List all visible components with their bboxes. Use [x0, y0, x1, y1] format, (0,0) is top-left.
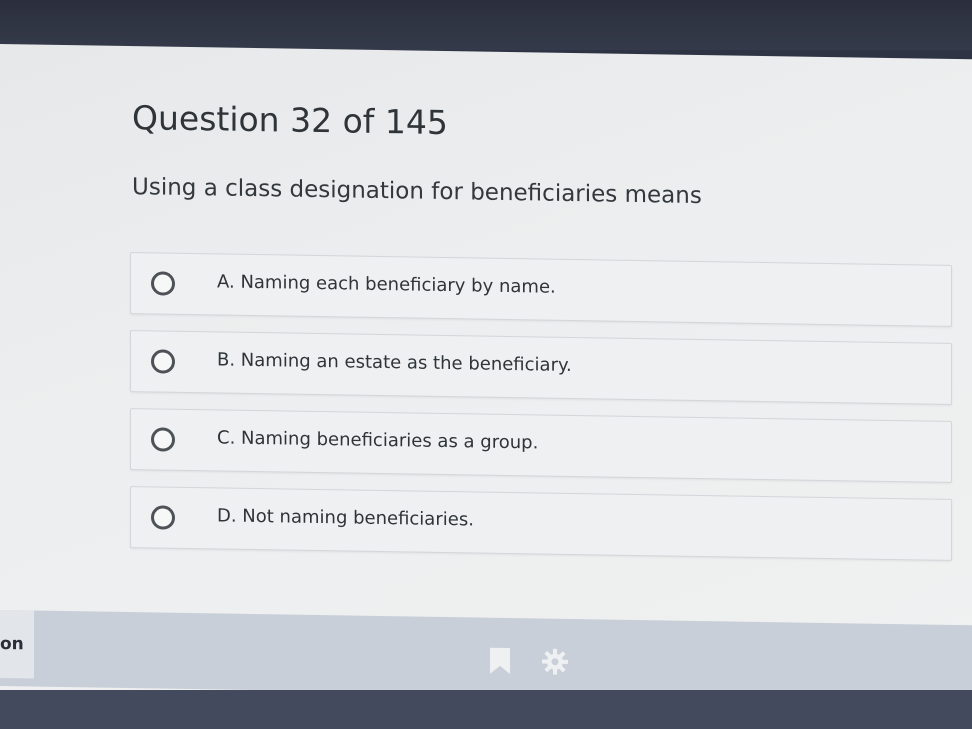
monitor-bottom-bezel [0, 690, 972, 729]
answer-label-d: D. Not naming beneficiaries. [217, 505, 474, 531]
monitor-top-bezel [0, 0, 972, 50]
answer-label-c: C. Naming beneficiaries as a group. [217, 427, 539, 454]
quiz-screen: Question 32 of 145 Using a class designa… [0, 44, 972, 710]
radio-button-a[interactable] [151, 271, 175, 296]
answer-label-b: B. Naming an estate as the beneficiary. [217, 349, 572, 376]
question-prompt: Using a class designation for beneficiar… [132, 174, 702, 210]
question-counter: Question 32 of 145 [132, 98, 448, 143]
left-tab-label: on [0, 634, 24, 655]
radio-button-c[interactable] [151, 427, 175, 452]
left-tab-button[interactable]: on [0, 610, 34, 679]
bookmark-icon[interactable] [488, 646, 512, 676]
radio-button-d[interactable] [151, 505, 175, 530]
radio-button-b[interactable] [151, 349, 175, 374]
bottom-toolbar: on [0, 610, 972, 702]
gear-icon[interactable] [542, 648, 568, 675]
answer-option-a[interactable]: A. Naming each beneficiary by name. [130, 252, 952, 327]
answer-label-a: A. Naming each beneficiary by name. [217, 271, 556, 298]
answer-option-d[interactable]: D. Not naming beneficiaries. [130, 486, 952, 561]
answer-list: A. Naming each beneficiary by name. B. N… [130, 252, 952, 577]
answer-option-c[interactable]: C. Naming beneficiaries as a group. [130, 408, 952, 483]
answer-option-b[interactable]: B. Naming an estate as the beneficiary. [130, 330, 952, 405]
